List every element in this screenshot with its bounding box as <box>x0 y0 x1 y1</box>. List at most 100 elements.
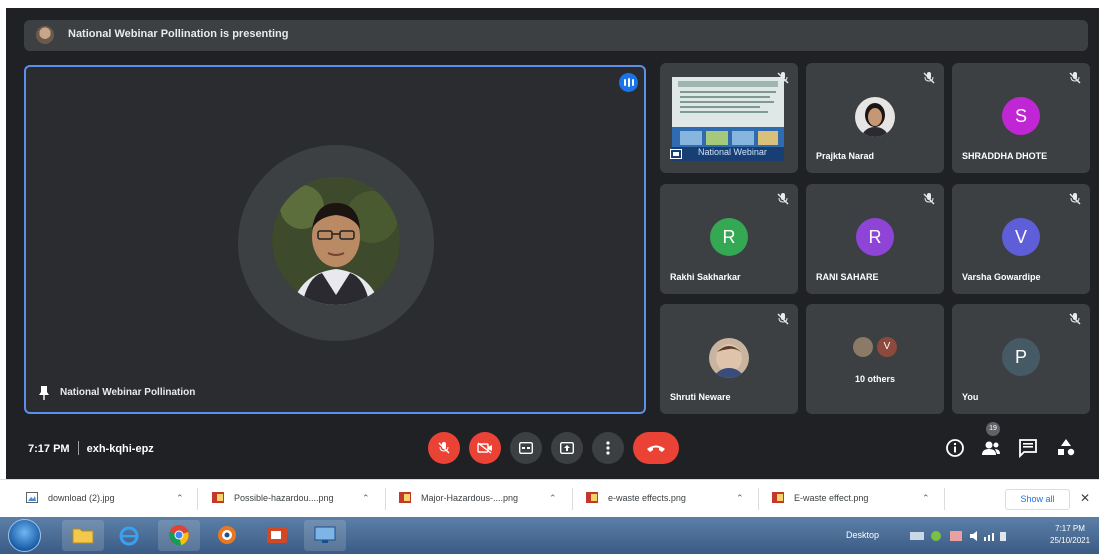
taskbar-clock[interactable]: 7:17 PM 25/10/2021 <box>1050 523 1090 547</box>
desktop-toolbar-label[interactable]: Desktop <box>846 530 879 540</box>
download-item[interactable]: Major-Hazardous-....png ⌃ <box>399 490 567 508</box>
pin-icon[interactable] <box>38 386 50 400</box>
speaker-avatar <box>272 177 400 305</box>
participant-initial: V <box>1002 218 1040 256</box>
download-item[interactable]: e-waste effects.png ⌃ <box>586 490 754 508</box>
presenter-avatar-icon <box>36 26 54 44</box>
tile-prajkta-narad[interactable]: Prajkta Narad <box>806 63 944 173</box>
start-button[interactable] <box>8 519 41 552</box>
tile-rakhi-sakharkar[interactable]: R Rakhi Sakharkar <box>660 184 798 294</box>
tile-others[interactable]: V 10 others <box>806 304 944 414</box>
chevron-up-icon[interactable]: ⌃ <box>922 493 930 504</box>
participant-photo <box>709 338 749 378</box>
download-filename: e-waste effects.png <box>608 493 686 503</box>
download-filename: Major-Hazardous-....png <box>421 493 519 503</box>
more-options-button[interactable] <box>592 432 624 464</box>
more-icon <box>606 441 610 455</box>
mic-off-icon <box>1069 72 1081 84</box>
png-file-icon <box>399 492 411 503</box>
remote-desktop-button[interactable] <box>304 520 346 551</box>
chevron-up-icon[interactable]: ⌃ <box>176 493 184 504</box>
mic-off-icon <box>923 72 935 84</box>
others-avatar-initial: V <box>877 337 897 357</box>
show-all-downloads-button[interactable]: Show all <box>1005 489 1070 510</box>
participant-photo <box>855 97 895 137</box>
present-button[interactable] <box>551 432 583 464</box>
media-player-icon <box>218 526 236 544</box>
present-screen-icon <box>670 149 682 159</box>
others-count: 10 others <box>854 374 896 384</box>
participant-name: SHRADDHA DHOTE <box>962 151 1048 161</box>
presenting-text: National Webinar Pollination is presenti… <box>68 28 289 40</box>
downloads-shelf: download (2).jpg ⌃ Possible-hazardou....… <box>0 479 1099 517</box>
participant-initial: P <box>1002 338 1040 376</box>
clock-date: 25/10/2021 <box>1050 536 1091 545</box>
info-icon[interactable] <box>944 437 966 459</box>
mic-off-icon <box>777 313 789 325</box>
mic-off-icon <box>777 72 789 84</box>
end-call-button[interactable] <box>633 432 679 464</box>
mic-off-icon <box>1069 313 1081 325</box>
chevron-up-icon[interactable]: ⌃ <box>549 493 557 504</box>
captions-button[interactable] <box>510 432 542 464</box>
chat-icon[interactable] <box>1017 437 1039 459</box>
mic-off-icon <box>777 193 789 205</box>
monitor-icon <box>314 526 336 543</box>
chevron-up-icon[interactable]: ⌃ <box>362 493 370 504</box>
main-speaker-tile[interactable]: National Webinar Pollination <box>24 65 646 414</box>
tile-shruti-neware[interactable]: Shruti Neware <box>660 304 798 414</box>
meeting-time: 7:17 PM <box>28 443 70 455</box>
mic-off-icon <box>1069 193 1081 205</box>
tile-rani-sahare[interactable]: R RANI SAHARE <box>806 184 944 294</box>
clock-time: 7:17 PM <box>1055 524 1085 533</box>
participant-initial: S <box>1002 97 1040 135</box>
participant-initial: R <box>710 218 748 256</box>
chrome-icon <box>169 525 189 546</box>
download-item[interactable]: Possible-hazardou....png ⌃ <box>212 490 380 508</box>
png-file-icon <box>772 492 784 503</box>
presentation-app-icon <box>267 527 287 543</box>
tile-shraddha-dhote[interactable]: S SHRADDHA DHOTE <box>952 63 1090 173</box>
taskbar: Desktop 7:17 PM 25/10/2021 <box>0 517 1099 554</box>
image-file-icon <box>26 492 38 503</box>
captions-icon <box>519 442 533 454</box>
close-icon[interactable]: ✕ <box>1080 491 1090 505</box>
tile-varsha-gowardipe[interactable]: V Varsha Gowardipe <box>952 184 1090 294</box>
tile-you[interactable]: P You <box>952 304 1090 414</box>
presenting-banner: National Webinar Pollination is presenti… <box>24 20 1088 51</box>
others-avatar-photo <box>853 337 873 357</box>
meeting-info: 7:17 PM exh-kqhi-epz <box>28 441 154 455</box>
participant-name: Rakhi Sakharkar <box>670 272 741 282</box>
internet-explorer-button[interactable] <box>108 520 150 551</box>
people-icon[interactable] <box>980 437 1002 459</box>
participant-name: Prajkta Narad <box>816 151 875 161</box>
tray-icons[interactable] <box>910 529 1010 543</box>
participant-name: Varsha Gowardipe <box>962 272 1041 282</box>
chrome-button[interactable] <box>158 520 200 551</box>
download-filename: download (2).jpg <box>48 493 115 503</box>
folder-icon <box>72 528 94 544</box>
camera-toggle-button[interactable] <box>469 432 501 464</box>
png-file-icon <box>586 492 598 503</box>
presentation-label: National Webinar <box>698 147 767 157</box>
download-filename: E-waste effect.png <box>794 493 869 503</box>
chevron-up-icon[interactable]: ⌃ <box>736 493 744 504</box>
activities-icon[interactable] <box>1055 437 1077 459</box>
participant-initial: R <box>856 218 894 256</box>
main-tile-name: National Webinar Pollination <box>60 387 196 398</box>
presentation-app-button[interactable] <box>256 520 298 551</box>
speaking-indicator-icon <box>619 73 638 92</box>
png-file-icon <box>212 492 224 503</box>
mic-toggle-button[interactable] <box>428 432 460 464</box>
tile-presentation[interactable]: National Webinar <box>660 63 798 173</box>
people-count-badge: 19 <box>986 422 1000 436</box>
present-icon <box>560 442 574 454</box>
participant-name: Shruti Neware <box>670 392 731 402</box>
download-item[interactable]: E-waste effect.png ⌃ <box>772 490 940 508</box>
media-player-button[interactable] <box>206 520 248 551</box>
file-explorer-button[interactable] <box>62 520 104 551</box>
end-call-icon <box>647 445 665 452</box>
download-item[interactable]: download (2).jpg ⌃ <box>26 490 194 508</box>
download-filename: Possible-hazardou....png <box>234 493 334 503</box>
system-tray: Desktop 7:17 PM 25/10/2021 <box>840 517 1099 554</box>
